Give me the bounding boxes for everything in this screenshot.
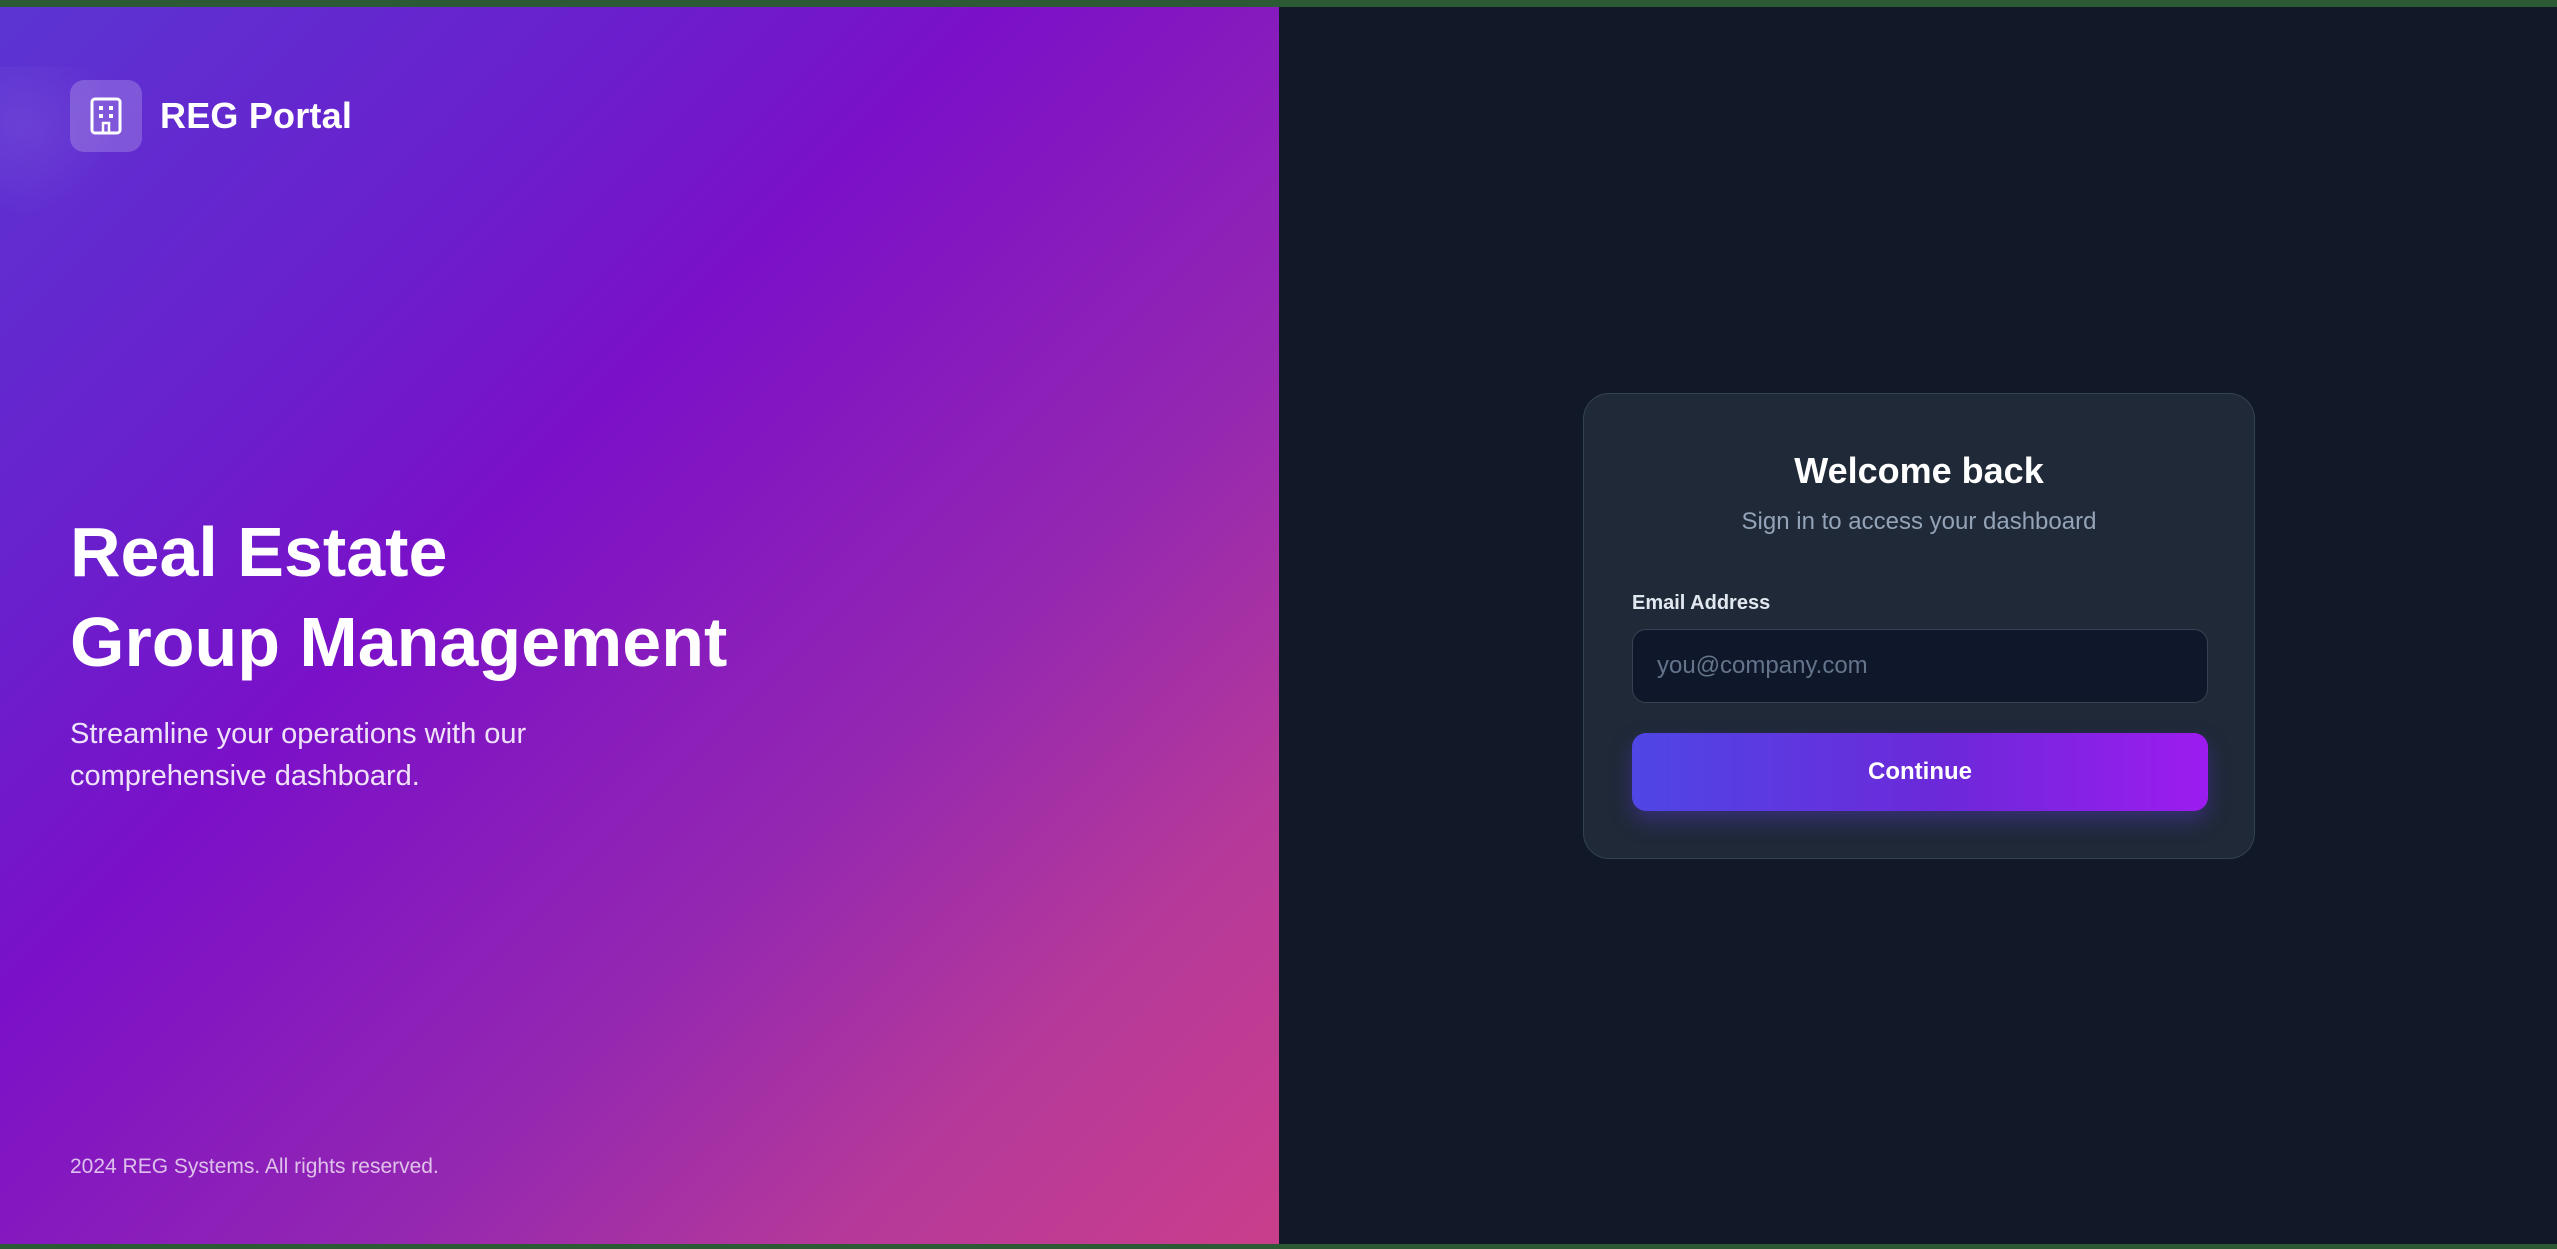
hero-title-line-1: Real Estate [70, 513, 448, 591]
window-bottom-border [0, 1244, 2557, 1249]
brand-panel: REG Portal Real Estate Group Management … [0, 7, 1279, 1244]
brand-title: REG Portal [160, 95, 353, 136]
copyright-text: 2024 REG Systems. All rights reserved. [70, 1155, 439, 1178]
building-icon-svg [90, 97, 122, 135]
login-card: Welcome back Sign in to access your dash… [1583, 393, 2255, 859]
login-panel: Welcome back Sign in to access your dash… [1279, 7, 2557, 1244]
app-root: REG Portal Real Estate Group Management … [0, 7, 2557, 1244]
login-title: Welcome back [1794, 450, 2044, 491]
continue-button[interactable]: Continue [1632, 733, 2208, 811]
hero-section: Real Estate Group Management Streamline … [70, 507, 727, 797]
email-input[interactable] [1632, 629, 2208, 703]
hero-subtitle: Streamline your operations with our comp… [70, 718, 527, 792]
hero-title-line-2: Group Management [70, 603, 728, 681]
building-icon [70, 80, 142, 152]
brand-header: REG Portal [70, 80, 352, 152]
hero-title: Real Estate Group Management [70, 507, 727, 687]
email-label: Email Address [1632, 592, 1771, 614]
login-subtitle: Sign in to access your dashboard [1741, 508, 2097, 535]
